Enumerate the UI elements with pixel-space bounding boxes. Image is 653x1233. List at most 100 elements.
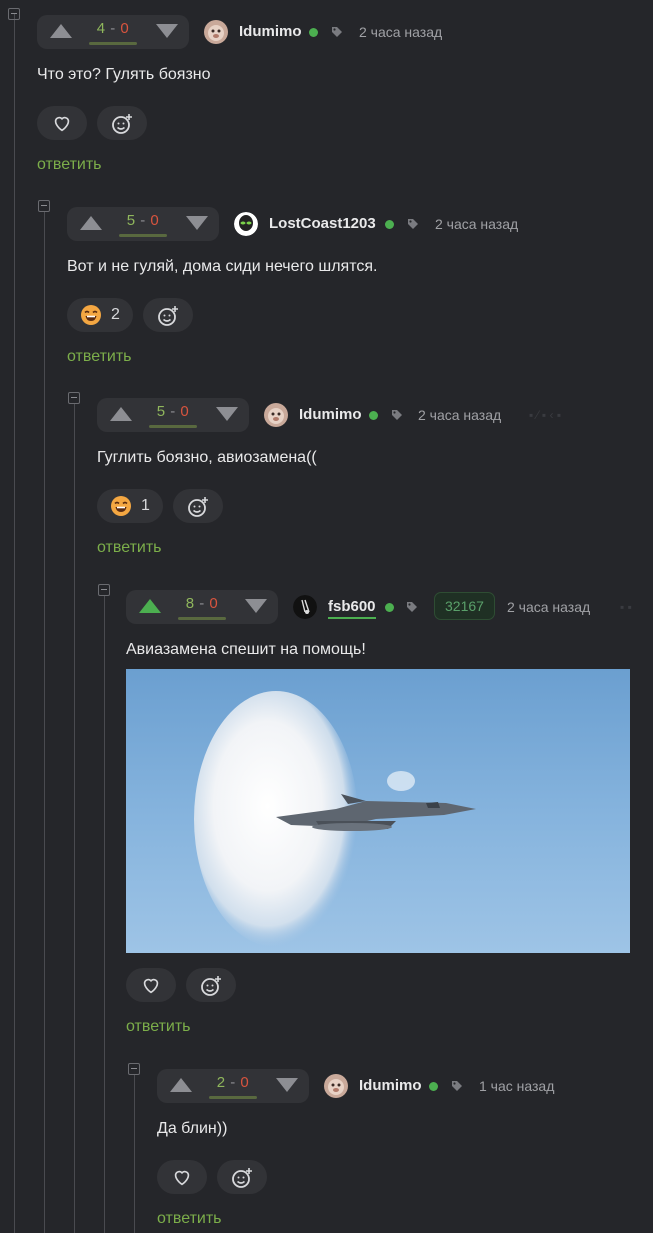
score-minus: 0 bbox=[240, 1074, 250, 1091]
vote-score: 5 - 0 bbox=[126, 212, 160, 229]
thread-line bbox=[14, 14, 15, 1233]
comment: 4 - 0 Idumimo 2 часа назад Что это? Гуля… bbox=[37, 15, 637, 173]
thread-line bbox=[44, 212, 45, 1233]
collapse-toggle[interactable] bbox=[128, 1063, 140, 1075]
tag-icon[interactable] bbox=[331, 26, 343, 38]
rating-badge[interactable]: 32167 bbox=[434, 592, 495, 620]
tag-icon[interactable] bbox=[391, 409, 403, 421]
vote-bar: 8 - 0 bbox=[126, 590, 278, 624]
collapse-toggle[interactable] bbox=[98, 584, 110, 596]
avatar[interactable] bbox=[324, 1074, 348, 1098]
score-ratio-bar bbox=[149, 425, 197, 428]
thread-line bbox=[134, 1075, 135, 1233]
score-ratio-bar bbox=[119, 234, 167, 237]
comment-header: 5 - 0 Idumimo 2 часа назад ▪ ⁄ ▪ ‹ ▪ bbox=[97, 398, 653, 432]
username[interactable]: LostCoast1203 bbox=[269, 215, 376, 232]
triangle-up-icon[interactable] bbox=[170, 1078, 192, 1092]
reply-link[interactable]: ответить bbox=[97, 539, 162, 557]
comment: 2 - 0 Idumimo 1 час назад Да блин)) отве… bbox=[157, 1069, 637, 1227]
reaction-button[interactable]: 2 bbox=[67, 298, 133, 332]
comment: 8 - 0 fsb600 32167 2 часа назад ▪ ▪ Авиа… bbox=[126, 590, 653, 1035]
triangle-down-icon[interactable] bbox=[186, 216, 208, 230]
triangle-up-icon[interactable] bbox=[139, 599, 161, 613]
reply-link[interactable]: ответить bbox=[67, 348, 132, 366]
tag-icon[interactable] bbox=[451, 1080, 463, 1092]
avatar[interactable] bbox=[293, 595, 317, 619]
collapse-toggle[interactable] bbox=[38, 200, 50, 212]
smiley-plus-icon bbox=[112, 114, 132, 134]
like-button[interactable] bbox=[37, 106, 87, 140]
add-reaction-button[interactable] bbox=[173, 489, 223, 523]
laughing-emoji-icon bbox=[81, 305, 101, 325]
comment: 5 - 0 LostCoast1203 2 часа назад Вот и н… bbox=[67, 207, 647, 365]
username[interactable]: Idumimo bbox=[239, 23, 302, 40]
reaction-button[interactable]: 1 bbox=[97, 489, 163, 523]
timestamp[interactable]: 2 часа назад bbox=[418, 407, 501, 423]
heart-icon bbox=[174, 1170, 190, 1186]
like-button[interactable] bbox=[126, 968, 176, 1002]
reaction-count: 1 bbox=[141, 497, 150, 514]
score-ratio-bar bbox=[178, 617, 226, 620]
score-minus: 0 bbox=[209, 595, 219, 612]
username[interactable]: fsb600 bbox=[328, 598, 376, 619]
collapse-toggle[interactable] bbox=[8, 8, 20, 20]
smiley-plus-icon bbox=[188, 497, 208, 517]
reply-link[interactable]: ответить bbox=[157, 1210, 222, 1228]
triangle-down-icon[interactable] bbox=[216, 407, 238, 421]
vote-score: 2 - 0 bbox=[216, 1074, 250, 1091]
vote-bar: 4 - 0 bbox=[37, 15, 189, 49]
like-button[interactable] bbox=[157, 1160, 207, 1194]
triangle-down-icon[interactable] bbox=[156, 24, 178, 38]
username[interactable]: Idumimo bbox=[299, 406, 362, 423]
comment-text: Авиазамена спешит на помощь! bbox=[126, 641, 366, 658]
reply-link[interactable]: ответить bbox=[126, 1018, 191, 1036]
add-reaction-button[interactable] bbox=[186, 968, 236, 1002]
online-indicator bbox=[369, 411, 378, 420]
comment-header: 5 - 0 LostCoast1203 2 часа назад bbox=[67, 207, 647, 241]
heart-icon bbox=[54, 116, 70, 132]
online-indicator bbox=[309, 28, 318, 37]
timestamp[interactable]: 2 часа назад bbox=[507, 599, 590, 615]
triangle-down-icon[interactable] bbox=[276, 1078, 298, 1092]
thread-line bbox=[104, 596, 105, 1233]
timestamp[interactable]: 1 час назад bbox=[479, 1078, 554, 1094]
timestamp[interactable]: 2 часа назад bbox=[435, 216, 518, 232]
triangle-up-icon[interactable] bbox=[80, 216, 102, 230]
avatar[interactable] bbox=[234, 212, 258, 236]
add-reaction-button[interactable] bbox=[97, 106, 147, 140]
avatar[interactable] bbox=[264, 403, 288, 427]
faint-action-icons: ▪ ▪ bbox=[620, 600, 632, 614]
online-indicator bbox=[385, 603, 394, 612]
tag-icon[interactable] bbox=[407, 218, 419, 230]
score-plus: 5 bbox=[126, 212, 136, 229]
smiley-plus-icon bbox=[232, 1168, 252, 1188]
vote-score: 5 - 0 bbox=[156, 403, 190, 420]
comment-header: 2 - 0 Idumimo 1 час назад bbox=[157, 1069, 637, 1103]
score-plus: 2 bbox=[216, 1074, 226, 1091]
laughing-emoji-icon bbox=[111, 496, 131, 516]
vote-bar: 5 - 0 bbox=[97, 398, 249, 432]
vote-score: 8 - 0 bbox=[185, 595, 219, 612]
reply-link[interactable]: ответить bbox=[37, 156, 102, 174]
online-indicator bbox=[385, 220, 394, 229]
comment: 5 - 0 Idumimo 2 часа назад ▪ ⁄ ▪ ‹ ▪ Гуг… bbox=[97, 398, 653, 556]
triangle-down-icon[interactable] bbox=[245, 599, 267, 613]
add-reaction-button[interactable] bbox=[217, 1160, 267, 1194]
tag-icon[interactable] bbox=[406, 601, 418, 613]
add-reaction-button[interactable] bbox=[143, 298, 193, 332]
comment-text: Вот и не гуляй, дома сиди нечего шлятся. bbox=[67, 258, 378, 275]
score-minus: 0 bbox=[180, 403, 190, 420]
triangle-up-icon[interactable] bbox=[110, 407, 132, 421]
comment-image[interactable] bbox=[126, 669, 630, 953]
username[interactable]: Idumimo bbox=[359, 1077, 422, 1094]
smiley-plus-icon bbox=[158, 306, 178, 326]
score-plus: 8 bbox=[185, 595, 195, 612]
timestamp[interactable]: 2 часа назад bbox=[359, 24, 442, 40]
thread-line bbox=[74, 404, 75, 1233]
vote-bar: 5 - 0 bbox=[67, 207, 219, 241]
faint-action-icons: ▪ ⁄ ▪ ‹ ▪ bbox=[529, 408, 562, 422]
triangle-up-icon[interactable] bbox=[50, 24, 72, 38]
score-plus: 5 bbox=[156, 403, 166, 420]
avatar[interactable] bbox=[204, 20, 228, 44]
collapse-toggle[interactable] bbox=[68, 392, 80, 404]
